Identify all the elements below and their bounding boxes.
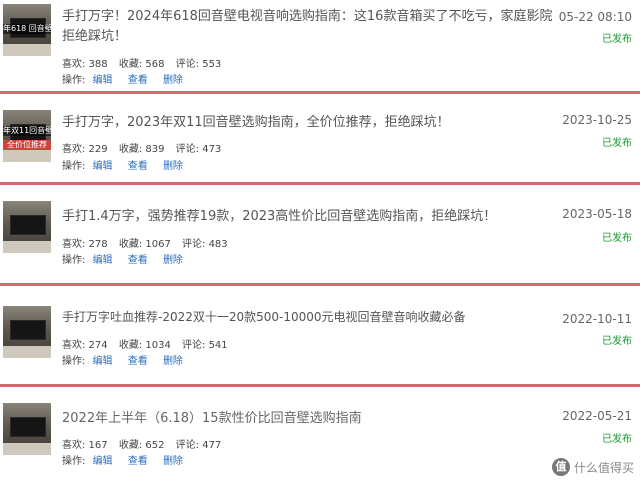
- thumbnail-caption-secondary: 全价位推荐: [3, 140, 51, 150]
- comments-count: 评论: 483: [182, 239, 228, 250]
- article-title[interactable]: 2022年上半年（6.18）15款性价比回音壁选购指南: [62, 407, 362, 426]
- delete-link[interactable]: 删除: [163, 356, 183, 367]
- article-actions: 操作: 编辑 查看 删除: [62, 452, 183, 467]
- stand-image: [3, 150, 51, 162]
- status-badge: 已发布: [602, 138, 632, 149]
- tv-image: [10, 215, 46, 235]
- edit-link[interactable]: 编辑: [93, 456, 113, 467]
- article-stats: 喜欢: 167 收藏: 652 评论: 477: [62, 436, 229, 451]
- status-badge: 已发布: [602, 434, 632, 445]
- row-divider: [0, 384, 640, 387]
- stand-image: [3, 241, 51, 253]
- likes-count: 喜欢: 274: [62, 340, 108, 351]
- thumbnail-caption: 年618 回音壁 选: [3, 24, 51, 34]
- article-title[interactable]: 手打万字吐血推荐-2022双十一20款500-10000元电视回音壁音响收藏必备: [62, 308, 466, 325]
- article-actions: 操作: 编辑 查看 删除: [62, 251, 183, 266]
- article-actions: 操作: 编辑 查看 删除: [62, 157, 183, 172]
- edit-link[interactable]: 编辑: [93, 161, 113, 172]
- view-link[interactable]: 查看: [128, 161, 148, 172]
- edit-link[interactable]: 编辑: [93, 75, 113, 86]
- row-divider: [0, 283, 640, 286]
- actions-label: 操作:: [62, 356, 86, 367]
- article-row: 2022年上半年（6.18）15款性价比回音壁选购指南 喜欢: 167 收藏: …: [0, 389, 640, 484]
- article-stats: 喜欢: 278 收藏: 1067 评论: 483: [62, 235, 236, 250]
- favorites-count: 收藏: 1067: [118, 239, 171, 250]
- article-row: 年双11回音壁选 全价位推荐 手打万字，2023年双11回音壁选购指南，全价位推…: [0, 96, 640, 180]
- publish-date: 2022-10-11: [562, 312, 632, 326]
- edit-link[interactable]: 编辑: [93, 356, 113, 367]
- article-thumbnail[interactable]: [3, 306, 51, 358]
- row-divider: [0, 91, 640, 94]
- delete-link[interactable]: 删除: [163, 75, 183, 86]
- actions-label: 操作:: [62, 75, 86, 86]
- comments-count: 评论: 477: [175, 440, 222, 451]
- article-title[interactable]: 手打万字！2024年618回音壁电视音响选购指南：这16款音箱买了不吃亏，家庭影…: [62, 7, 562, 47]
- article-stats: 喜欢: 388 收藏: 568 评论: 553: [62, 55, 229, 70]
- status-badge: 已发布: [602, 34, 632, 45]
- article-thumbnail[interactable]: [3, 201, 51, 253]
- stand-image: [3, 443, 51, 455]
- tv-image: [10, 417, 46, 437]
- article-thumbnail[interactable]: 年双11回音壁选 全价位推荐: [3, 110, 51, 162]
- article-actions: 操作: 编辑 查看 删除: [62, 352, 183, 367]
- article-actions: 操作: 编辑 查看 删除: [62, 71, 183, 86]
- stand-image: [3, 44, 51, 56]
- comments-count: 评论: 541: [182, 340, 228, 351]
- view-link[interactable]: 查看: [128, 456, 148, 467]
- favorites-count: 收藏: 568: [118, 59, 165, 70]
- article-row: 手打万字吐血推荐-2022双十一20款500-10000元电视回音壁音响收藏必备…: [0, 288, 640, 382]
- article-title[interactable]: 手打1.4万字，强势推荐19款，2023高性价比回音壁选购指南，拒绝踩坑！: [62, 205, 496, 224]
- comments-count: 评论: 553: [175, 59, 222, 70]
- row-divider: [0, 182, 640, 185]
- publish-date: 2023-05-18: [562, 207, 632, 221]
- watermark-text: 什么值得买: [573, 460, 634, 475]
- view-link[interactable]: 查看: [128, 255, 148, 266]
- watermark-logo-icon: 值: [551, 458, 570, 476]
- favorites-count: 收藏: 839: [118, 144, 165, 155]
- publish-date: 05-22 08:10: [558, 10, 632, 24]
- likes-count: 喜欢: 167: [62, 440, 108, 451]
- delete-link[interactable]: 删除: [163, 456, 183, 467]
- article-row: 年618 回音壁 选 手打万字！2024年618回音壁电视音响选购指南：这16款…: [0, 0, 640, 90]
- actions-label: 操作:: [62, 456, 86, 467]
- article-stats: 喜欢: 274 收藏: 1034 评论: 541: [62, 336, 236, 351]
- likes-count: 喜欢: 388: [62, 59, 108, 70]
- stand-image: [3, 346, 51, 358]
- view-link[interactable]: 查看: [128, 75, 148, 86]
- article-title[interactable]: 手打万字，2023年双11回音壁选购指南，全价位推荐，拒绝踩坑！: [62, 111, 450, 130]
- likes-count: 喜欢: 229: [62, 144, 108, 155]
- tv-image: [10, 320, 46, 340]
- delete-link[interactable]: 删除: [163, 161, 183, 172]
- article-stats: 喜欢: 229 收藏: 839 评论: 473: [62, 140, 229, 155]
- publish-date: 2023-10-25: [562, 113, 632, 127]
- publish-date: 2022-05-21: [562, 409, 632, 423]
- site-watermark: 值 什么值得买: [551, 458, 634, 476]
- view-link[interactable]: 查看: [128, 356, 148, 367]
- likes-count: 喜欢: 278: [62, 239, 108, 250]
- comments-count: 评论: 473: [175, 144, 222, 155]
- status-badge: 已发布: [602, 336, 632, 347]
- actions-label: 操作:: [62, 255, 86, 266]
- article-row: 手打1.4万字，强势推荐19款，2023高性价比回音壁选购指南，拒绝踩坑！ 喜欢…: [0, 187, 640, 281]
- favorites-count: 收藏: 652: [118, 440, 165, 451]
- status-badge: 已发布: [602, 233, 632, 244]
- actions-label: 操作:: [62, 161, 86, 172]
- delete-link[interactable]: 删除: [163, 255, 183, 266]
- article-thumbnail[interactable]: [3, 403, 51, 455]
- thumbnail-caption: 年双11回音壁选: [3, 126, 51, 136]
- edit-link[interactable]: 编辑: [93, 255, 113, 266]
- article-thumbnail[interactable]: 年618 回音壁 选: [3, 4, 51, 56]
- favorites-count: 收藏: 1034: [118, 340, 171, 351]
